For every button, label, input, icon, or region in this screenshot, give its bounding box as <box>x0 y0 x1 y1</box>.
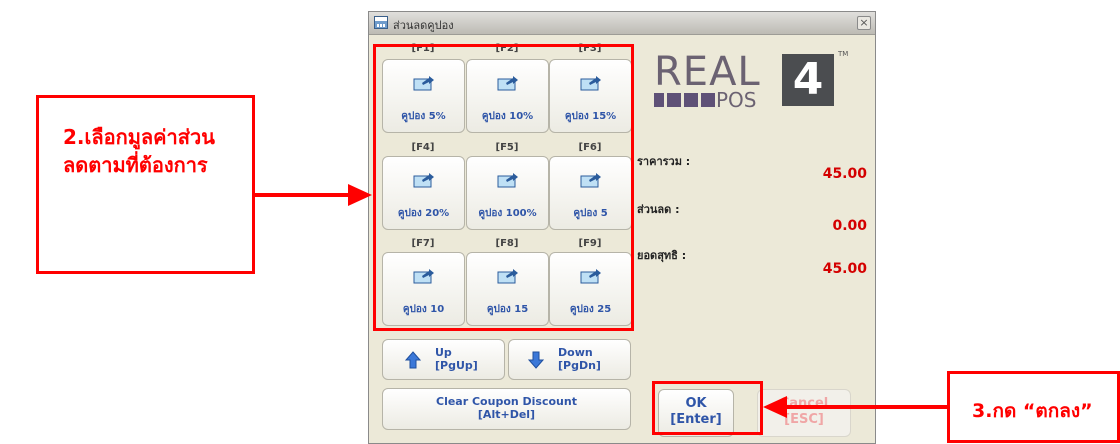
page-down-key: [PgDn] <box>558 359 601 372</box>
logo-sub: POS <box>716 88 757 112</box>
logo-tm: TM <box>838 50 849 58</box>
page-up-key: [PgUp] <box>435 359 478 372</box>
ok-highlight-box <box>652 381 763 435</box>
realpos-logo: REAL POS 4 TM <box>654 50 864 110</box>
step3-arrow-line <box>786 405 950 409</box>
step3-text: 3.กด “ตกลง” <box>972 400 1093 422</box>
page-up-button[interactable]: Up [PgUp] <box>382 339 505 380</box>
step2-text: 2.เลือกมูลค่าส่วน ลดตามที่ต้องการ <box>63 123 215 179</box>
step3-arrow-head <box>763 396 787 418</box>
step2-arrow-line <box>254 193 350 197</box>
logo-word: REAL <box>654 49 761 95</box>
arrow-up-icon <box>405 351 421 369</box>
clear-coupon-label: Clear Coupon Discount [Alt+Del] <box>383 395 630 421</box>
step2-arrow-head <box>348 184 372 206</box>
clear-coupon-text: Clear Coupon Discount <box>436 395 577 408</box>
total-label: ราคารวม : <box>637 155 691 168</box>
title-bar: ส่วนลดคูปอง × <box>369 12 875 35</box>
total-value: 45.00 <box>822 166 867 182</box>
arrow-down-icon <box>528 351 544 369</box>
page-down-label: Down [PgDn] <box>558 346 601 372</box>
step2-callout: 2.เลือกมูลค่าส่วน ลดตามที่ต้องการ <box>36 95 255 274</box>
step2-line2: ลดตามที่ต้องการ <box>63 153 208 177</box>
window-title: ส่วนลดคูปอง <box>393 19 454 32</box>
page-up-text: Up <box>435 346 452 359</box>
page-up-label: Up [PgUp] <box>435 346 478 372</box>
page-down-button[interactable]: Down [PgDn] <box>508 339 631 380</box>
net-label: ยอดสุทธิ : <box>637 249 687 262</box>
step3-callout: 3.กด “ตกลง” <box>947 371 1120 443</box>
step2-line1: 2.เลือกมูลค่าส่วน <box>63 125 215 149</box>
calculator-icon <box>374 16 388 29</box>
page-down-text: Down <box>558 346 593 359</box>
clear-coupon-button[interactable]: Clear Coupon Discount [Alt+Del] <box>382 388 631 430</box>
logo-number: 4 <box>782 54 834 106</box>
coupon-highlight-box <box>373 44 634 331</box>
net-value: 45.00 <box>822 261 867 277</box>
close-button[interactable]: × <box>857 16 871 30</box>
discount-value: 0.00 <box>832 218 867 234</box>
clear-coupon-key: [Alt+Del] <box>477 408 536 421</box>
discount-label: ส่วนลด : <box>637 203 680 216</box>
cancel-key: [ESC] <box>784 412 824 427</box>
